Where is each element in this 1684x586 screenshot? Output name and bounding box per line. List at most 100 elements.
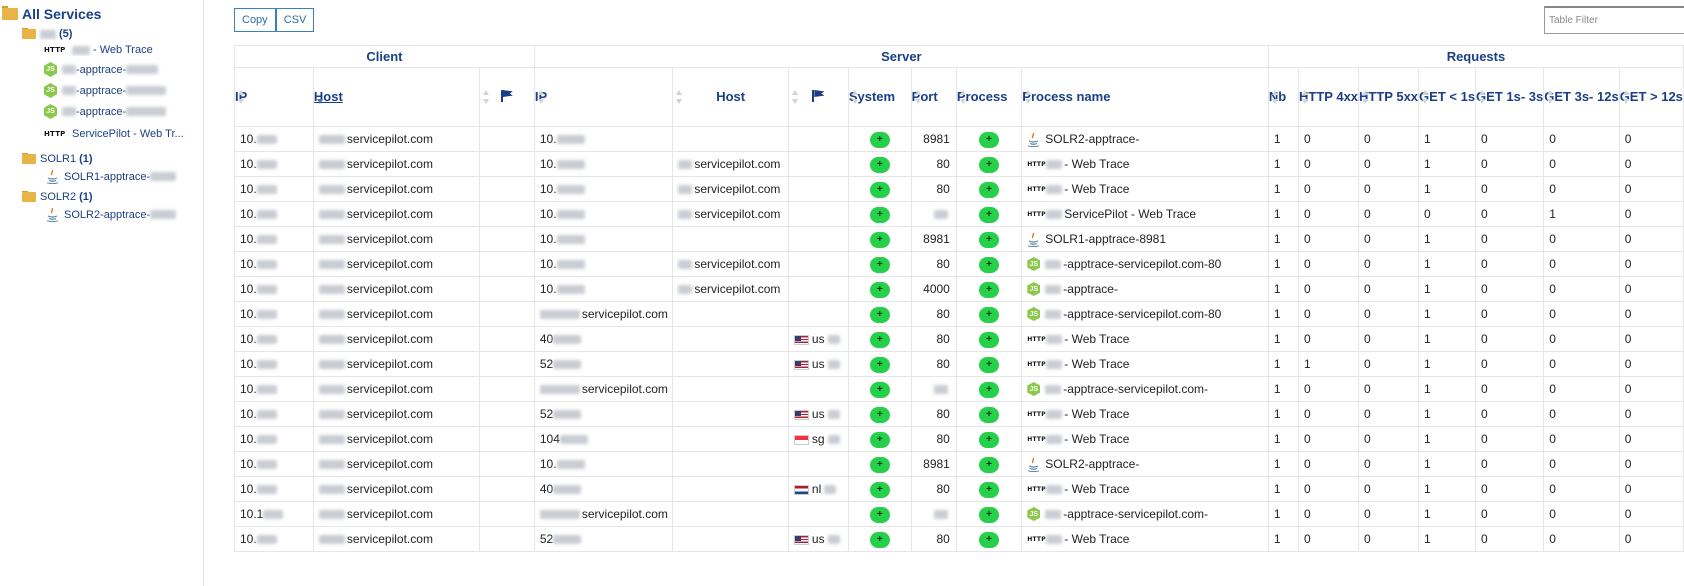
table-row[interactable]: 10. servicepilot.com 10. servicepilot.com +8… bbox=[234, 251, 1684, 277]
table-filter-input[interactable] bbox=[1544, 6, 1684, 34]
process-name-cell[interactable]: JS -apptrace- bbox=[1021, 276, 1269, 302]
col-system[interactable]: System bbox=[847, 67, 912, 127]
process-name-cell[interactable]: HTTP - Web Trace bbox=[1021, 326, 1269, 352]
process-status-badge[interactable]: + bbox=[979, 381, 1000, 398]
table-row[interactable]: 10. servicepilot.com 10. servicepilot.com + +… bbox=[234, 201, 1684, 227]
process-status-badge[interactable]: + bbox=[979, 406, 1000, 423]
system-status-badge[interactable]: + bbox=[869, 206, 890, 223]
system-status-badge[interactable]: + bbox=[869, 331, 890, 348]
table-row[interactable]: 10. servicepilot.com servicepilot.com + + JS -… bbox=[234, 376, 1684, 402]
col-client-ip[interactable]: IP bbox=[234, 67, 314, 127]
table-row[interactable]: 10. servicepilot.com 10. servicepilot.com +4… bbox=[234, 276, 1684, 302]
process-name-cell[interactable]: SOLR1-apptrace-8981 bbox=[1021, 226, 1269, 252]
table-row[interactable]: 10. servicepilot.com 104 sg +80 + HTTP - Web Tr… bbox=[234, 426, 1684, 452]
tree-leaf-apptrace-3[interactable]: JS -apptrace- bbox=[44, 104, 194, 119]
process-status-badge[interactable]: + bbox=[979, 356, 1000, 373]
tree-leaf-apptrace-1[interactable]: JS -apptrace- bbox=[44, 62, 194, 77]
system-status-badge[interactable]: + bbox=[869, 356, 890, 373]
tree-leaf-label: -apptrace- bbox=[76, 84, 127, 97]
process-name-cell[interactable]: JS -apptrace-servicepilot.com- bbox=[1021, 376, 1269, 402]
process-status-badge[interactable]: + bbox=[979, 306, 1000, 323]
system-status-badge[interactable]: + bbox=[869, 431, 890, 448]
col-http4xx[interactable]: HTTP 4xx bbox=[1298, 67, 1360, 127]
tree-leaf-apptrace-2[interactable]: JS -apptrace- bbox=[44, 83, 194, 98]
process-name-cell[interactable]: JS -apptrace-servicepilot.com-80 bbox=[1021, 301, 1269, 327]
system-status-badge[interactable]: + bbox=[869, 231, 890, 248]
process-name-cell[interactable]: HTTP - Web Trace bbox=[1021, 401, 1269, 427]
col-client-country[interactable] bbox=[478, 67, 535, 127]
system-status-badge[interactable]: + bbox=[869, 256, 890, 273]
system-status-badge[interactable]: + bbox=[869, 281, 890, 298]
col-nb[interactable]: Nb bbox=[1267, 67, 1300, 127]
tree-group-solr1[interactable]: SOLR1 (1) bbox=[22, 153, 93, 165]
process-status-badge[interactable]: + bbox=[979, 431, 1000, 448]
table-row[interactable]: 10. servicepilot.com servicepilot.com +80 + J… bbox=[234, 301, 1684, 327]
process-status-badge[interactable]: + bbox=[979, 331, 1000, 348]
tree-leaf-solr2-apptrace[interactable]: SOLR2-apptrace- bbox=[46, 207, 196, 222]
process-status-badge[interactable]: + bbox=[979, 156, 1000, 173]
col-http5xx[interactable]: HTTP 5xx bbox=[1358, 67, 1420, 127]
process-status-badge[interactable]: + bbox=[979, 231, 1000, 248]
table-row[interactable]: 10. servicepilot.com 52 us +80 + HTTP - Web Tra… bbox=[234, 526, 1684, 552]
table-row[interactable]: 10. servicepilot.com 40 us +80 + HTTP - Web Tra… bbox=[234, 326, 1684, 352]
tree-leaf-solr1-apptrace[interactable]: SOLR1-apptrace- bbox=[46, 169, 196, 184]
process-name-cell[interactable]: JS -apptrace-servicepilot.com-80 bbox=[1021, 251, 1269, 277]
tree-leaf-web-trace[interactable]: HTTP - Web Trace bbox=[44, 44, 194, 56]
process-status-badge[interactable]: + bbox=[979, 206, 1000, 223]
table-row[interactable]: 10. servicepilot.com 52 us +80 + HTTP - Web Tra… bbox=[234, 351, 1684, 377]
process-status-badge[interactable]: + bbox=[979, 456, 1000, 473]
system-status-badge[interactable]: + bbox=[869, 306, 890, 323]
system-status-badge[interactable]: + bbox=[869, 481, 890, 498]
process-name-cell[interactable]: HTTP ServicePilot - Web Trace bbox=[1021, 201, 1269, 227]
process-status-badge[interactable]: + bbox=[979, 256, 1000, 273]
process-name-cell[interactable]: SOLR2-apptrace- bbox=[1021, 451, 1269, 477]
table-row[interactable]: 10. servicepilot.com 10. +8981 + SOLR2-apptra… bbox=[234, 126, 1684, 152]
process-status-badge[interactable]: + bbox=[979, 131, 1000, 148]
process-name-cell[interactable]: HTTP - Web Trace bbox=[1021, 351, 1269, 377]
system-status-badge[interactable]: + bbox=[869, 531, 890, 548]
process-name-cell[interactable]: JS -apptrace-servicepilot.com- bbox=[1021, 501, 1269, 527]
process-name-cell[interactable]: HTTP - Web Trace bbox=[1021, 426, 1269, 452]
copy-button[interactable]: Copy bbox=[234, 8, 276, 32]
col-client-host[interactable]: Host bbox=[312, 67, 480, 127]
col-port[interactable]: Port bbox=[910, 67, 957, 127]
process-status-badge[interactable]: + bbox=[979, 281, 1000, 298]
system-status-badge[interactable]: + bbox=[869, 406, 890, 423]
tree-group-1[interactable]: (5) bbox=[22, 28, 72, 40]
process-name-cell[interactable]: HTTP - Web Trace bbox=[1021, 151, 1269, 177]
table-row[interactable]: 10. servicepilot.com 10. +8981 + SOLR1-apptra… bbox=[234, 226, 1684, 252]
table-row[interactable]: 10. servicepilot.com 10. servicepilot.com +8… bbox=[234, 176, 1684, 202]
table-row[interactable]: 10. servicepilot.com 52 us +80 + HTTP - Web Tra… bbox=[234, 401, 1684, 427]
system-status-badge[interactable]: + bbox=[869, 181, 890, 198]
col-process[interactable]: Process bbox=[955, 67, 1023, 127]
tree-root-all-services[interactable]: All Services bbox=[2, 6, 101, 22]
system-status-badge[interactable]: + bbox=[869, 456, 890, 473]
system-status-badge[interactable]: + bbox=[869, 381, 890, 398]
table-row[interactable]: 10. servicepilot.com 10. +8981 + SOLR2-apptra… bbox=[234, 451, 1684, 477]
col-process-name[interactable]: Process name bbox=[1021, 67, 1269, 127]
col-get-1-3s[interactable]: GET 1s- 3s bbox=[1475, 67, 1545, 127]
process-name-cell[interactable]: HTTP - Web Trace bbox=[1021, 476, 1269, 502]
table-row[interactable]: 10.1 servicepilot.com servicepilot.com + + JS… bbox=[234, 501, 1684, 527]
process-status-badge[interactable]: + bbox=[979, 181, 1000, 198]
tree-leaf-servicepilot-web-trace[interactable]: HTTP ServicePilot - Web Tr... bbox=[44, 128, 194, 140]
tree-group-solr2[interactable]: SOLR2 (1) bbox=[22, 191, 93, 203]
process-status-badge[interactable]: + bbox=[979, 481, 1000, 498]
col-server-country[interactable] bbox=[787, 67, 849, 127]
col-get-gt12s[interactable]: GET > 12s bbox=[1618, 67, 1684, 127]
table-row[interactable]: 10. servicepilot.com 10. servicepilot.com +8… bbox=[234, 151, 1684, 177]
process-status-badge[interactable]: + bbox=[979, 531, 1000, 548]
col-server-ip[interactable]: IP bbox=[533, 67, 674, 127]
col-get-3-12s[interactable]: GET 3s- 12s bbox=[1543, 67, 1620, 127]
process-name-cell[interactable]: SOLR2-apptrace- bbox=[1021, 126, 1269, 152]
system-status-badge[interactable]: + bbox=[869, 131, 890, 148]
process-status-badge[interactable]: + bbox=[979, 506, 1000, 523]
process-name-cell[interactable]: HTTP - Web Trace bbox=[1021, 176, 1269, 202]
csv-button[interactable]: CSV bbox=[275, 8, 315, 32]
col-server-host[interactable]: Host bbox=[672, 67, 789, 127]
system-status-badge[interactable]: + bbox=[869, 156, 890, 173]
system-status-badge[interactable]: + bbox=[869, 506, 890, 523]
table-row[interactable]: 10. servicepilot.com 40 nl +80 + HTTP - Web Tra… bbox=[234, 476, 1684, 502]
process-name-cell[interactable]: HTTP - Web Trace bbox=[1021, 526, 1269, 552]
col-get-lt1s[interactable]: GET < 1s bbox=[1418, 67, 1477, 127]
